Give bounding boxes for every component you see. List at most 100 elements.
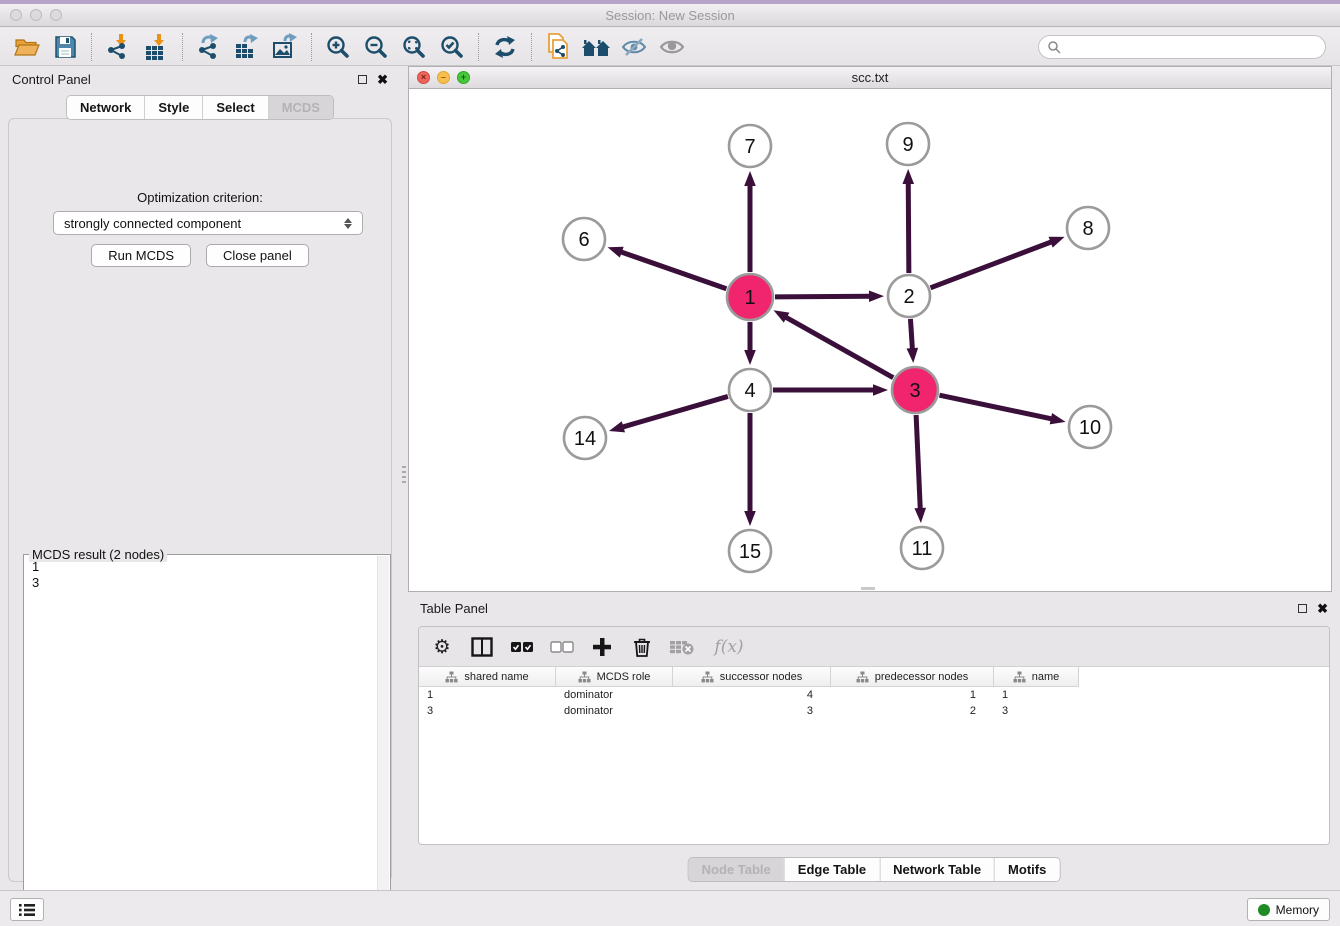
column-header-successor-nodes[interactable]: successor nodes (673, 667, 831, 687)
hide-graphics-details-icon[interactable] (615, 31, 653, 63)
select-all-icon[interactable] (509, 634, 535, 660)
table-cell[interactable]: 3 (994, 703, 1079, 719)
edge-3-11[interactable] (916, 415, 920, 511)
column-header-shared-name[interactable]: shared name (419, 667, 556, 687)
edge-4-14[interactable] (621, 396, 728, 427)
settings-gear-icon[interactable]: ⚙ (429, 634, 455, 660)
clear-selection-icon[interactable] (549, 634, 575, 660)
show-column-panel-icon[interactable] (469, 634, 495, 660)
table-cell[interactable]: dominator (556, 687, 673, 703)
network-maximize-button[interactable]: + (457, 71, 470, 84)
tab-node-table[interactable]: Node Table (689, 858, 784, 881)
window-controls[interactable] (10, 9, 62, 21)
table-cell[interactable]: 1 (831, 687, 994, 703)
home-icon[interactable] (577, 31, 615, 63)
zoom-out-icon[interactable] (357, 31, 395, 63)
column-header-name[interactable]: name (994, 667, 1079, 687)
export-table-icon[interactable] (228, 31, 266, 63)
network-view-window: × – + scc.txt 7968124314101511 (408, 66, 1332, 592)
table-row[interactable]: 1dominator411 (419, 687, 1329, 703)
edge-arrow-4-15 (744, 511, 756, 526)
export-image-icon[interactable] (266, 31, 304, 63)
close-table-panel-icon[interactable]: ✖ (1317, 602, 1328, 615)
tab-network-table[interactable]: Network Table (879, 858, 994, 881)
edge-arrow-1-7 (744, 171, 756, 186)
show-graphics-details-icon[interactable] (653, 31, 691, 63)
network-close-button[interactable]: × (417, 71, 430, 84)
table-cell[interactable]: 1 (994, 687, 1079, 703)
close-panel-button[interactable]: Close panel (206, 244, 309, 267)
table-cell[interactable]: dominator (556, 703, 673, 719)
search-input[interactable] (1067, 40, 1317, 54)
panel-splitter[interactable] (400, 66, 408, 890)
float-panel-icon[interactable] (358, 75, 367, 84)
edge-3-1[interactable] (784, 316, 893, 378)
export-network-icon[interactable] (190, 31, 228, 63)
tab-mcds[interactable]: MCDS (268, 96, 333, 119)
close-panel-icon[interactable]: ✖ (377, 73, 388, 86)
memory-button[interactable]: Memory (1247, 898, 1330, 921)
edge-1-2[interactable] (775, 296, 872, 297)
run-mcds-button[interactable]: Run MCDS (91, 244, 191, 267)
import-network-icon[interactable] (99, 31, 137, 63)
toolbar-separator (91, 33, 92, 61)
splitter-grip[interactable] (402, 466, 406, 484)
close-window-button[interactable] (10, 9, 22, 21)
tab-edge-table[interactable]: Edge Table (784, 858, 879, 881)
add-row-icon[interactable] (589, 634, 615, 660)
tab-motifs[interactable]: Motifs (994, 858, 1059, 881)
edge-arrow-3-11 (914, 508, 926, 523)
float-table-panel-icon[interactable] (1298, 604, 1307, 613)
network-canvas[interactable]: 7968124314101511 (409, 89, 1331, 591)
table-cell[interactable]: 4 (673, 687, 831, 703)
import-table-icon[interactable] (137, 31, 175, 63)
app-titlebar: Session: New Session (0, 4, 1340, 27)
result-scrollbar[interactable] (377, 556, 389, 920)
memory-status-icon (1258, 904, 1270, 916)
canvas-resize-grip[interactable] (861, 587, 875, 590)
table-cell[interactable]: 1 (419, 687, 556, 703)
zoom-in-icon[interactable] (319, 31, 357, 63)
search-field[interactable] (1038, 35, 1326, 59)
optimization-criterion-label: Optimization criterion: (9, 190, 391, 205)
table-cell[interactable]: 2 (831, 703, 994, 719)
function-builder-icon: f(x) (709, 634, 749, 660)
mcds-result-box: MCDS result (2 nodes) 1 3 (23, 554, 391, 922)
table-cell[interactable]: 3 (419, 703, 556, 719)
network-window-controls[interactable]: × – + (417, 71, 470, 84)
edge-2-8[interactable] (931, 241, 1054, 288)
column-header-MCDS-role[interactable]: MCDS role (556, 667, 673, 687)
refresh-icon[interactable] (486, 31, 524, 63)
edge-arrow-2-9 (902, 169, 914, 184)
status-bar: Memory (0, 890, 1340, 926)
delete-row-icon[interactable] (629, 634, 655, 660)
zoom-window-button[interactable] (50, 9, 62, 21)
table-row[interactable]: 3dominator323 (419, 703, 1329, 719)
zoom-fit-icon[interactable] (395, 31, 433, 63)
tab-select[interactable]: Select (202, 96, 267, 119)
edge-1-6[interactable] (619, 251, 726, 289)
minimize-window-button[interactable] (30, 9, 42, 21)
zoom-selected-icon[interactable] (433, 31, 471, 63)
node-label-10: 10 (1079, 417, 1101, 439)
node-table[interactable]: shared nameMCDS rolesuccessor nodesprede… (419, 667, 1329, 845)
task-history-button[interactable] (10, 898, 44, 921)
dropdown-stepper-icon (344, 218, 352, 229)
network-minimize-button[interactable]: – (437, 71, 450, 84)
open-session-icon[interactable] (8, 31, 46, 63)
tab-style[interactable]: Style (144, 96, 202, 119)
network-window-titlebar[interactable]: × – + scc.txt (409, 67, 1331, 89)
network-graph[interactable]: 7968124314101511 (409, 89, 1331, 591)
tab-network[interactable]: Network (67, 96, 144, 119)
node-label-8: 8 (1082, 218, 1093, 240)
edge-2-9[interactable] (908, 181, 909, 273)
toolbar-separator (182, 33, 183, 61)
edge-3-10[interactable] (939, 395, 1053, 419)
duplicate-network-icon[interactable] (539, 31, 577, 63)
criterion-dropdown[interactable]: strongly connected component (53, 211, 363, 235)
table-cell[interactable]: 3 (673, 703, 831, 719)
node-label-6: 6 (578, 229, 589, 251)
column-header-predecessor-nodes[interactable]: predecessor nodes (831, 667, 994, 687)
save-session-icon[interactable] (46, 31, 84, 63)
edge-2-3[interactable] (910, 319, 912, 351)
